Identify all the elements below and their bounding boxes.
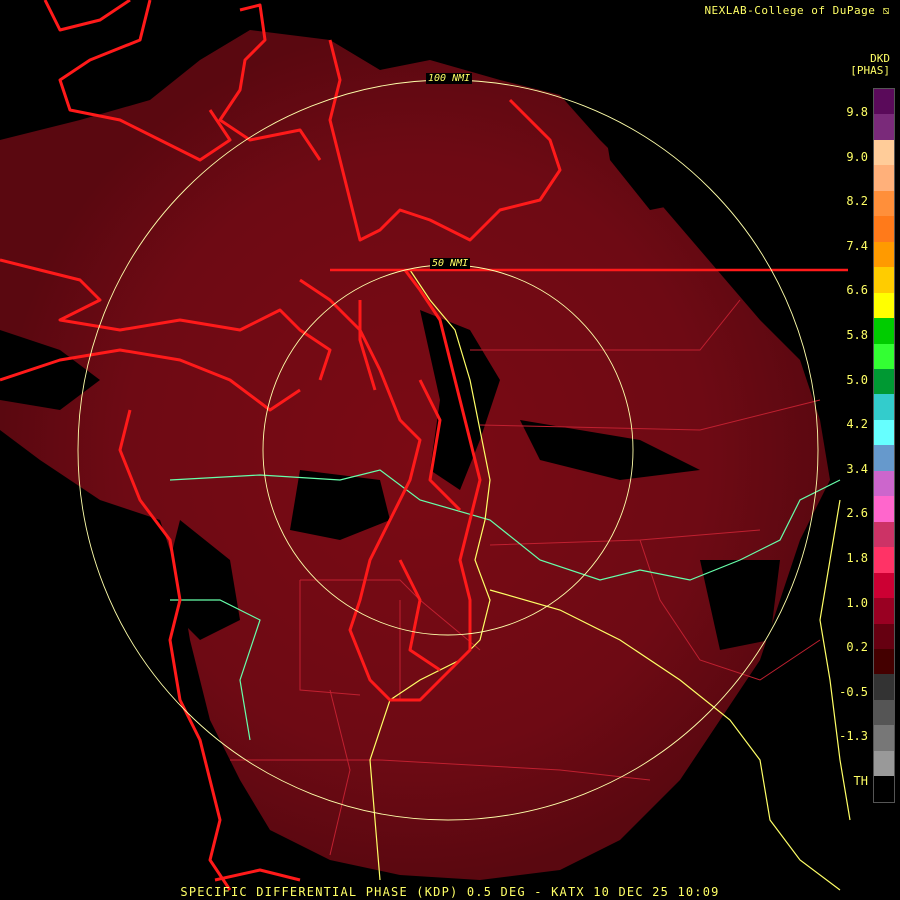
legend-label: 2.6 (846, 506, 868, 521)
legend-swatch (874, 114, 894, 140)
color-legend-bar (873, 88, 895, 803)
legend-swatch (874, 445, 894, 471)
legend-swatch (874, 776, 894, 802)
legend-label: 1.8 (846, 551, 868, 565)
legend-swatch (874, 139, 894, 166)
legend-label: 6.6 (846, 283, 868, 298)
ring-label-50: 50 NMI (430, 258, 471, 269)
legend-swatch (874, 470, 894, 497)
legend-swatch (874, 699, 894, 726)
legend-swatch (874, 267, 894, 293)
ring-label-100: 100 NMI (426, 73, 473, 84)
radar-map (0, 0, 851, 891)
legend-label: 9.0 (846, 149, 868, 164)
legend-swatch (874, 496, 894, 522)
legend-label: -1.3 (839, 729, 868, 744)
legend-swatch (874, 725, 894, 751)
legend-label: 9.8 (846, 105, 868, 119)
legend-title: DKD [PHAS] (850, 53, 890, 77)
legend-swatch (874, 572, 894, 599)
legend-swatch (874, 750, 894, 777)
legend-label: 8.2 (846, 194, 868, 209)
legend-swatch (874, 394, 894, 420)
legend-label: 4.2 (846, 417, 868, 432)
legend-label: 0.2 (846, 640, 868, 655)
legend-label: TH (853, 774, 868, 788)
product-title: SPECIFIC DIFFERENTIAL PHASE (KDP) 0.5 DE… (180, 885, 720, 899)
legend-label: 1.0 (846, 595, 868, 610)
legend-swatch (874, 343, 894, 369)
legend-swatch (874, 292, 894, 319)
legend-swatch (874, 648, 894, 675)
legend-swatch (874, 318, 894, 344)
legend-swatch (874, 89, 894, 115)
legend-swatch (874, 241, 894, 268)
credit-text: NEXLAB-College of DuPage ⧅ (704, 4, 890, 17)
legend-swatch (874, 598, 894, 624)
legend-units: [PHAS] (850, 64, 890, 77)
legend-label: 7.4 (846, 238, 868, 253)
legend-label: -0.5 (839, 684, 868, 699)
legend-swatch (874, 623, 894, 649)
legend-label: 5.8 (846, 328, 868, 342)
legend-swatch (874, 674, 894, 700)
legend-swatch (874, 190, 894, 217)
legend-swatch (874, 368, 894, 395)
legend-swatch (874, 216, 894, 242)
legend-swatch (874, 521, 894, 548)
legend-label: 5.0 (846, 372, 868, 387)
legend-swatch (874, 419, 894, 446)
legend-label: 3.4 (846, 461, 868, 476)
legend-swatch (874, 547, 894, 573)
legend-swatch (874, 165, 894, 191)
